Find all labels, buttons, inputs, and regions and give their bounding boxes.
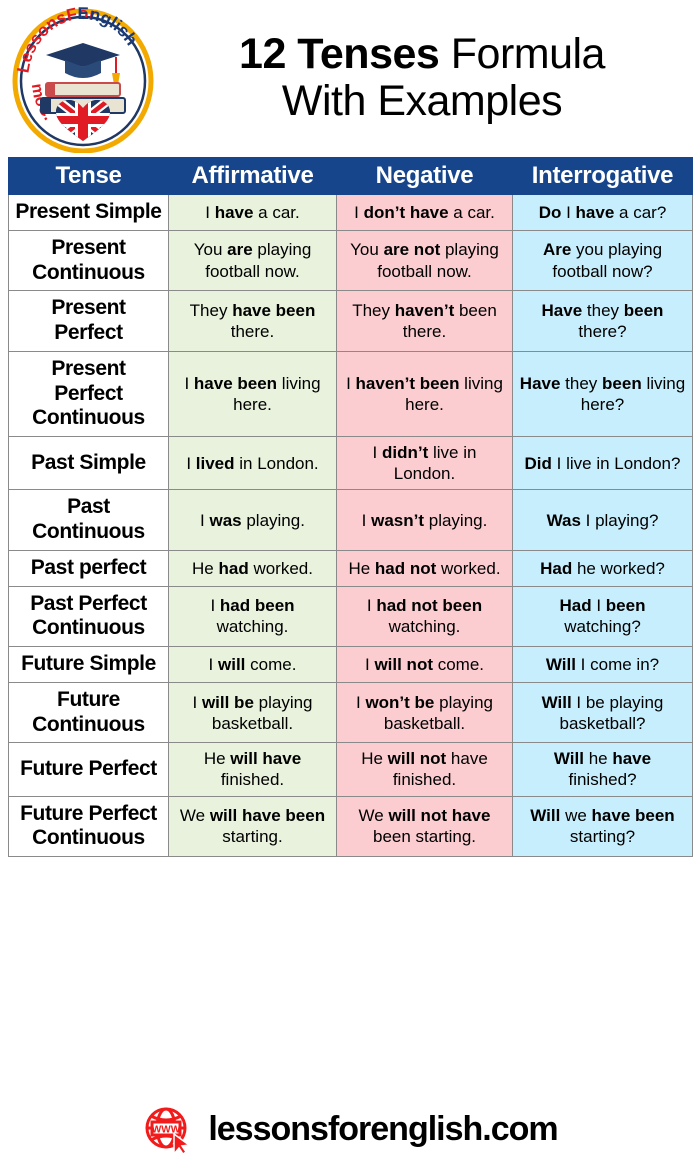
table-row: Future Perfect He will have finished. He w… [8,742,693,797]
cell-negative: I didn’t live in London. [336,436,513,491]
cell-interrogative: Will I come in? [512,646,693,683]
www-globe-cursor-icon: WWW [142,1104,194,1156]
table-row: Past Simple I lived in London. I didn’t li… [8,436,693,491]
cell-interrogative: Had he worked? [512,549,693,587]
cell-interrogative: Will I be playing basketball? [512,681,693,744]
cell-negative: I wasn’t playing. [336,489,513,551]
cell-affirmative: I have been living here. [168,350,337,438]
cell-negative: He will not have finished. [336,742,513,797]
title-strong: 12 Tenses [239,29,440,78]
title-line-2: With Examples [281,76,563,125]
column-header-affirmative: Affirmative [168,157,337,195]
cell-negative: I will not come. [336,646,513,683]
cell-affirmative: I will be playing basketball. [168,681,337,744]
cell-tense: Past Continuous [8,489,169,551]
cell-negative: I had not been watching. [336,585,513,648]
footer: WWW lessonsforenglish.com [0,1092,700,1167]
cell-interrogative: Will he have finished? [512,742,693,797]
table-row: Future Perfect Continuous We will have be… [8,795,693,858]
cell-negative: You are not playing football now. [336,229,513,292]
site-url[interactable]: lessonsforenglish.com [208,1110,558,1149]
column-header-tense: Tense [8,157,169,195]
www-label: WWW [152,1124,181,1135]
table-row: Past Continuous I was playing. I wasn’t pl… [8,489,693,551]
cell-tense: Present Simple [8,194,169,231]
cell-negative: I don’t have a car. [336,194,513,231]
cell-negative: I haven’t been living here. [336,350,513,438]
cell-affirmative: You are playing football now. [168,229,337,292]
cell-negative: We will not have been starting. [336,795,513,858]
cell-tense: Past perfect [8,549,169,587]
cell-tense: Present Perfect Continuous [8,350,169,438]
cell-interrogative: Had I been watching? [512,585,693,648]
table-row: Present Simple I have a car. I don’t have … [8,194,693,231]
cell-tense: Future Perfect [8,742,169,797]
table-row: Present Perfect Continuous I have been li… [8,350,693,438]
page-title: 12 Tenses Formula With Examples [158,29,692,125]
cell-interrogative: Do I have a car? [512,194,693,231]
cell-tense: Future Perfect Continuous [8,795,169,858]
cell-interrogative: Have they been living here? [512,350,693,438]
table-row: Present Continuous You are playing footba… [8,229,693,292]
cell-interrogative: Are you playing football now? [512,229,693,292]
table-row: Past perfect He had worked. He had not wor… [8,549,693,587]
column-header-interrogative: Interrogative [512,157,693,195]
cell-tense: Past Simple [8,436,169,491]
table-row: Past Perfect Continuous I had been watchi… [8,585,693,648]
cell-affirmative: I had been watching. [168,585,337,648]
title-line-1: 12 Tenses Formula [158,29,686,78]
cell-tense: Future Simple [8,646,169,683]
table-body: Present Simple I have a car. I don’t have … [8,194,693,858]
cell-interrogative: Will we have been starting? [512,795,693,858]
header: LessonsFor English moC. [0,0,700,155]
table-row: Future Continuous I will be playing baske… [8,681,693,744]
tenses-table: Tense Affirmative Negative Interrogative… [8,157,693,858]
table-header-row: Tense Affirmative Negative Interrogative [8,157,693,195]
cell-affirmative: I was playing. [168,489,337,551]
cell-affirmative: I lived in London. [168,436,337,491]
cell-affirmative: I have a car. [168,194,337,231]
cell-affirmative: He will have finished. [168,742,337,797]
tenses-table-wrapper: Tense Affirmative Negative Interrogative… [8,157,693,858]
title-light: Formula [439,29,606,78]
cell-affirmative: They have been there. [168,290,337,352]
cell-tense: Past Perfect Continuous [8,585,169,648]
table-row: Present Perfect They have been there. They… [8,290,693,352]
cell-interrogative: Did I live in London? [512,436,693,491]
table-row: Future Simple I will come. I will not come… [8,646,693,683]
cell-interrogative: Was I playing? [512,489,693,551]
cell-interrogative: Have they been there? [512,290,693,352]
lessonsforenglish-logo: LessonsFor English moC. [8,3,158,153]
cell-negative: They haven’t been there. [336,290,513,352]
cell-affirmative: We will have been starting. [168,795,337,858]
cell-negative: He had not worked. [336,549,513,587]
cell-tense: Present Perfect [8,290,169,352]
cell-affirmative: He had worked. [168,549,337,587]
cell-tense: Future Continuous [8,681,169,744]
cell-tense: Present Continuous [8,229,169,292]
cell-negative: I won’t be playing basketball. [336,681,513,744]
table-head: Tense Affirmative Negative Interrogative [8,157,693,195]
cell-affirmative: I will come. [168,646,337,683]
column-header-negative: Negative [336,157,513,195]
infographic-page: LessonsFor English moC. [0,0,700,1167]
